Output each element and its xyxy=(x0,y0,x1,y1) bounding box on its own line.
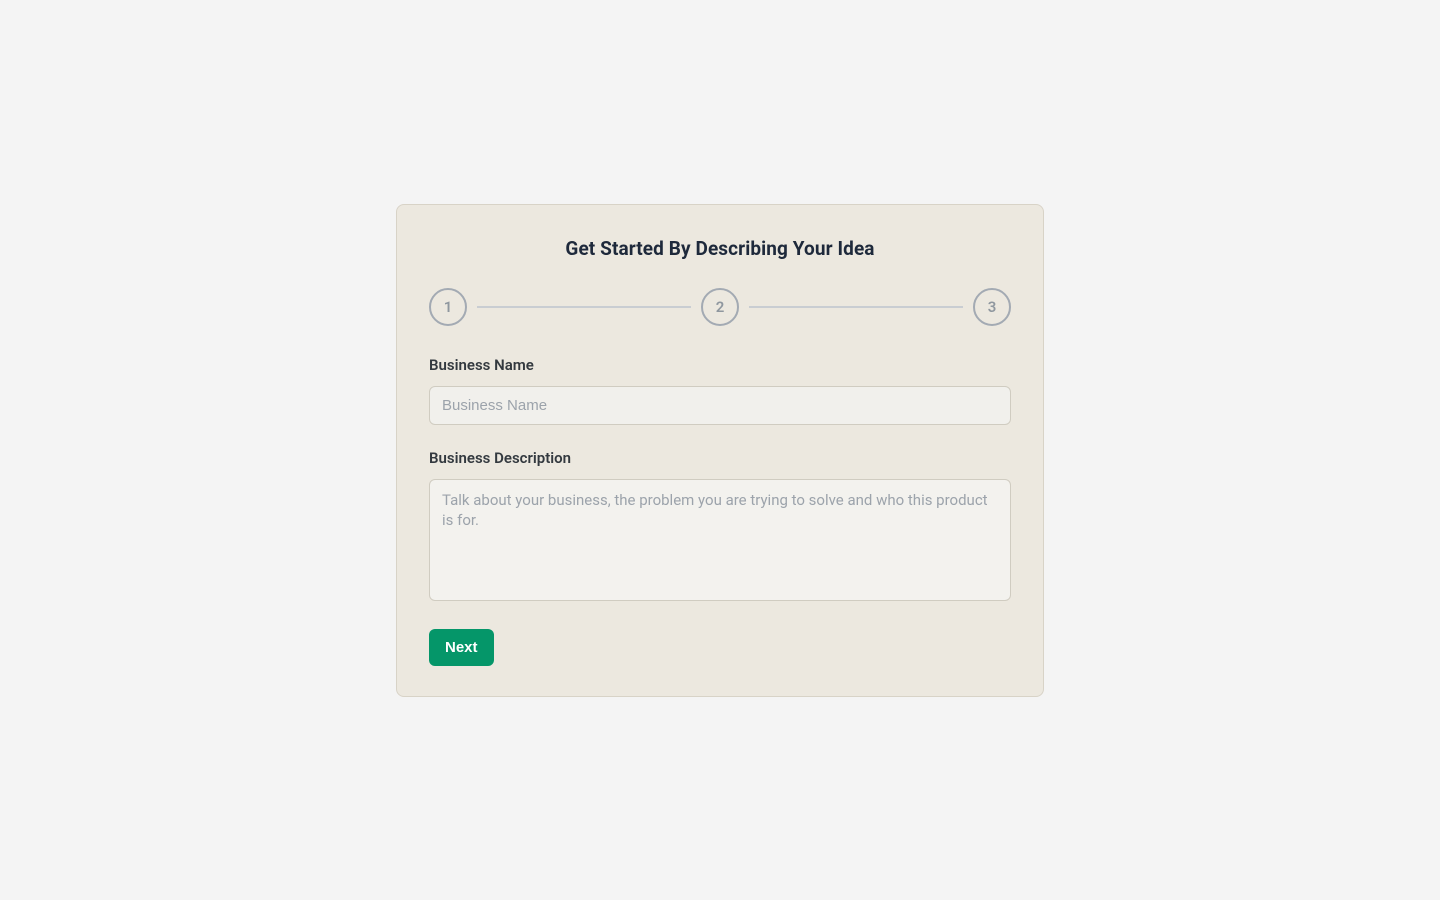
step-line xyxy=(477,306,691,308)
onboarding-card: Get Started By Describing Your Idea 1 2 … xyxy=(396,204,1044,697)
business-description-label: Business Description xyxy=(429,449,1011,467)
card-title: Get Started By Describing Your Idea xyxy=(429,237,1011,260)
step-1: 1 xyxy=(429,288,467,326)
step-line xyxy=(749,306,963,308)
stepper: 1 2 3 xyxy=(429,288,1011,326)
business-name-label: Business Name xyxy=(429,356,1011,374)
business-description-input[interactable] xyxy=(429,479,1011,601)
business-name-group: Business Name xyxy=(429,356,1011,425)
step-2: 2 xyxy=(701,288,739,326)
next-button[interactable]: Next xyxy=(429,629,494,666)
step-3: 3 xyxy=(973,288,1011,326)
business-description-group: Business Description xyxy=(429,449,1011,605)
business-name-input[interactable] xyxy=(429,386,1011,425)
